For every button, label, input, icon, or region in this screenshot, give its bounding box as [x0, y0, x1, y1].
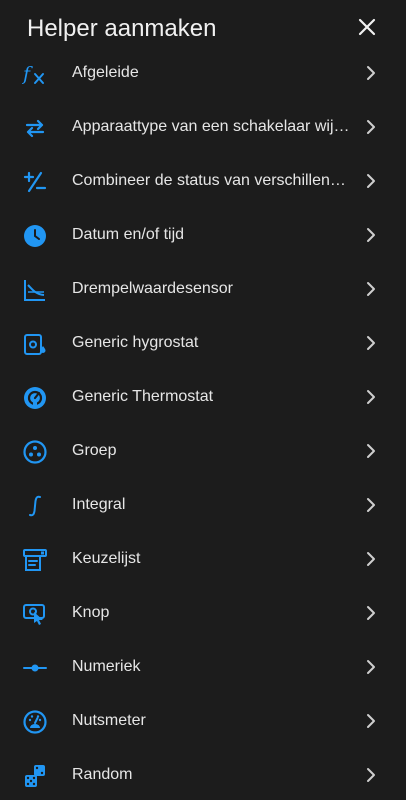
list-item-drempelwaardesensor[interactable]: Drempelwaardesensor [0, 262, 406, 316]
plus-minus-icon [22, 169, 48, 195]
list-item-label: Random [72, 766, 133, 783]
swap-arrows-icon [22, 115, 48, 141]
chevron-right-icon [367, 444, 375, 458]
chevron-right-icon [367, 552, 375, 566]
helper-type-list: f Afgeleide Apparaattype van een schakel… [0, 46, 406, 800]
list-item-combineer[interactable]: Combineer de status van verschillende se… [0, 154, 406, 208]
list-item-label: Datum en/of tijd [72, 226, 185, 243]
close-button[interactable] [350, 10, 384, 44]
list-item-label: Numeriek [72, 658, 141, 675]
list-item-label: Afgeleide [72, 64, 139, 81]
chevron-right-icon [367, 282, 375, 296]
chevron-right-icon [367, 390, 375, 404]
list-item-label: Generic hygrostat [72, 334, 199, 351]
dice-icon [22, 763, 48, 789]
thermostat-icon [22, 385, 48, 411]
list-item-afgeleide[interactable]: f Afgeleide [0, 46, 406, 100]
integral-icon [22, 493, 48, 519]
list-item-label: Apparaattype van een schakelaar wijzigen [72, 118, 354, 135]
chevron-right-icon [367, 66, 375, 80]
helper-dialog: Helper aanmaken f Afgeleide Apparaattype… [0, 0, 406, 800]
dialog-title: Helper aanmaken [27, 15, 217, 42]
list-item-groep[interactable]: Groep [0, 424, 406, 478]
list-item-datum-tijd[interactable]: Datum en/of tijd [0, 208, 406, 262]
list-item-label: Generic Thermostat [72, 388, 214, 405]
list-item-generic-hygrostat[interactable]: Generic hygrostat [0, 316, 406, 370]
clock-icon [22, 223, 48, 249]
list-item-integral[interactable]: Integral [0, 478, 406, 532]
chevron-right-icon [367, 228, 375, 242]
list-item-label: Groep [72, 442, 117, 459]
chevron-right-icon [367, 606, 375, 620]
svg-text:f: f [22, 63, 33, 85]
list-item-label: Drempelwaardesensor [72, 280, 233, 297]
list-item-keuzelijst[interactable]: Keuzelijst [0, 532, 406, 586]
list-item-label: Knop [72, 604, 110, 621]
list-item-generic-thermostat[interactable]: Generic Thermostat [0, 370, 406, 424]
list-item-numeriek[interactable]: Numeriek [0, 640, 406, 694]
list-item-label: Nutsmeter [72, 712, 146, 729]
list-item-apparaattype[interactable]: Apparaattype van een schakelaar wijzigen [0, 100, 406, 154]
list-item-random[interactable]: Random [0, 748, 406, 800]
gauge-icon [22, 709, 48, 735]
chevron-right-icon [367, 120, 375, 134]
chevron-right-icon [367, 174, 375, 188]
list-item-knop[interactable]: Knop [0, 586, 406, 640]
list-item-nutsmeter[interactable]: Nutsmeter [0, 694, 406, 748]
chevron-right-icon [367, 498, 375, 512]
hygrostat-icon [22, 331, 48, 357]
function-icon: f [22, 61, 48, 87]
chevron-right-icon [367, 768, 375, 782]
group-icon [22, 439, 48, 465]
threshold-chart-icon [22, 277, 48, 303]
numeric-slider-icon [22, 655, 48, 681]
list-item-label: Keuzelijst [72, 550, 141, 567]
chevron-right-icon [367, 660, 375, 674]
chevron-right-icon [367, 336, 375, 350]
close-icon [358, 18, 376, 36]
list-item-label: Integral [72, 496, 126, 513]
list-item-label: Combineer de status van verschillende se… [72, 172, 354, 189]
chevron-right-icon [367, 714, 375, 728]
button-press-icon [22, 601, 48, 627]
select-list-icon [22, 547, 48, 573]
